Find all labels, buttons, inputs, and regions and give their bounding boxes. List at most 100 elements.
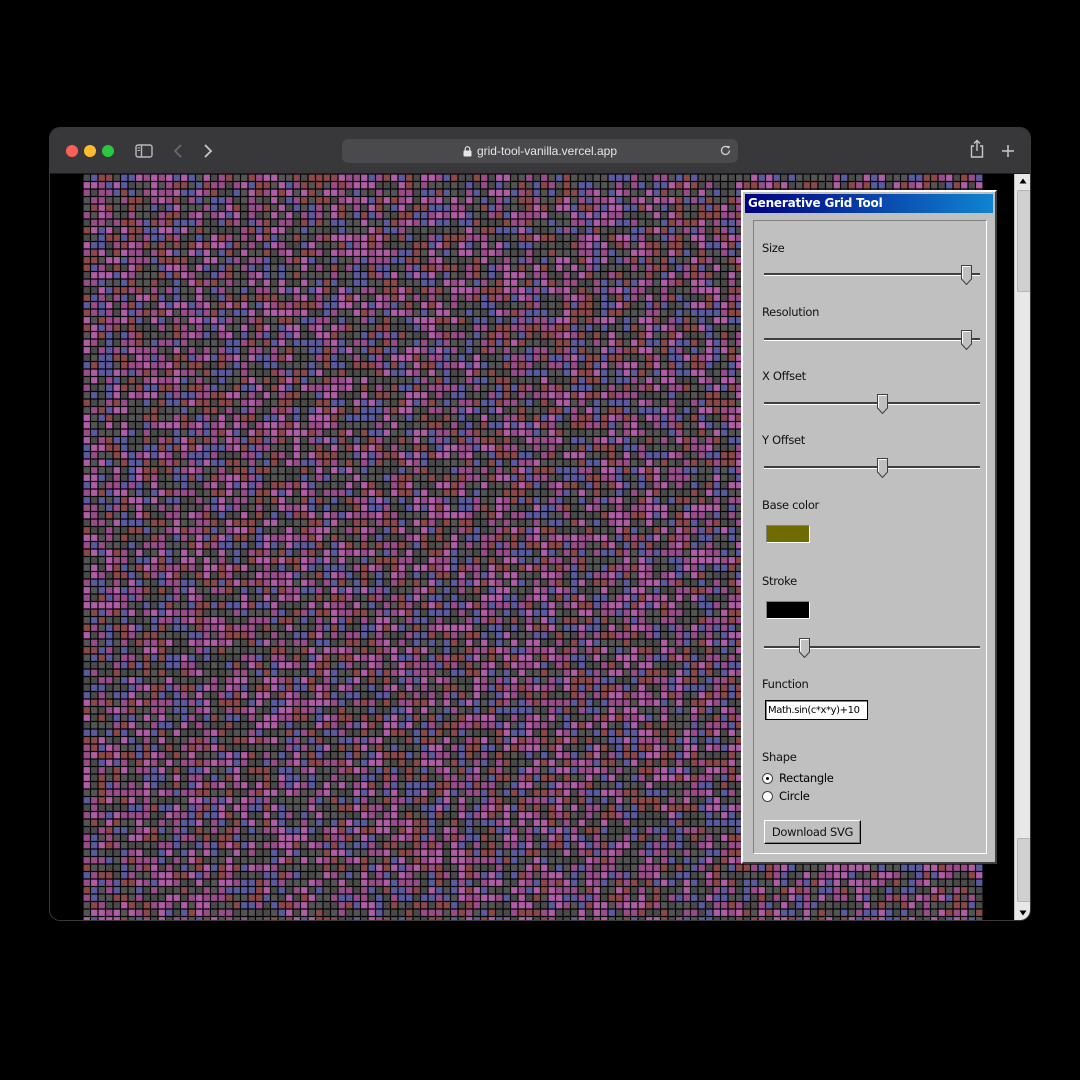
grid-cell bbox=[661, 219, 668, 226]
grid-cell bbox=[931, 174, 938, 181]
grid-cell bbox=[788, 174, 795, 181]
zoom-window-button[interactable] bbox=[102, 145, 114, 157]
grid-cell bbox=[436, 249, 443, 256]
grid-cell bbox=[151, 482, 158, 489]
sidebar-icon[interactable] bbox=[134, 140, 154, 162]
grid-cell bbox=[653, 174, 660, 181]
grid-cell bbox=[338, 467, 345, 474]
grid-cell bbox=[458, 429, 465, 436]
grid-cell bbox=[548, 227, 555, 234]
grid-cell bbox=[113, 227, 120, 234]
grid-cell bbox=[383, 182, 390, 189]
grid-cell bbox=[368, 204, 375, 211]
grid-cell bbox=[353, 362, 360, 369]
grid-cell bbox=[226, 422, 233, 429]
grid-cell bbox=[278, 174, 285, 181]
grid-cell bbox=[428, 384, 435, 391]
address-bar[interactable]: grid-tool-vanilla.vercel.app bbox=[342, 139, 738, 163]
chevron-right-icon[interactable] bbox=[198, 140, 218, 162]
grid-cell bbox=[338, 279, 345, 286]
grid-cell bbox=[518, 459, 525, 466]
grid-cell bbox=[121, 354, 128, 361]
grid-cell bbox=[653, 474, 660, 481]
grid-cell bbox=[113, 294, 120, 301]
grid-cell bbox=[571, 174, 578, 181]
grid-cell bbox=[211, 437, 218, 444]
grid-cell bbox=[421, 272, 428, 279]
reload-icon[interactable] bbox=[719, 144, 732, 157]
grid-cell bbox=[98, 347, 105, 354]
grid-cell bbox=[518, 392, 525, 399]
grid-cell bbox=[226, 459, 233, 466]
grid-cell bbox=[481, 227, 488, 234]
grid-cell bbox=[413, 219, 420, 226]
grid-cell bbox=[638, 234, 645, 241]
share-icon[interactable] bbox=[966, 138, 988, 160]
grid-cell bbox=[586, 354, 593, 361]
grid-cell bbox=[661, 377, 668, 384]
grid-cell bbox=[203, 339, 210, 346]
grid-cell bbox=[121, 197, 128, 204]
grid-cell bbox=[113, 197, 120, 204]
grid-cell bbox=[623, 459, 630, 466]
grid-cell bbox=[503, 189, 510, 196]
grid-cell bbox=[376, 324, 383, 331]
grid-cell bbox=[481, 422, 488, 429]
grid-cell bbox=[323, 369, 330, 376]
grid-cell bbox=[308, 272, 315, 279]
grid-cell bbox=[196, 227, 203, 234]
grid-cell bbox=[301, 407, 308, 414]
grid-cell bbox=[151, 384, 158, 391]
grid-cell bbox=[166, 242, 173, 249]
grid-cell bbox=[728, 272, 735, 279]
grid-cell bbox=[661, 399, 668, 406]
grid-cell bbox=[121, 362, 128, 369]
grid-cell bbox=[308, 332, 315, 339]
grid-cell bbox=[376, 332, 383, 339]
grid-cell bbox=[713, 287, 720, 294]
grid-cell bbox=[128, 429, 135, 436]
grid-cell bbox=[106, 354, 113, 361]
grid-cell bbox=[316, 414, 323, 421]
grid-cell bbox=[571, 459, 578, 466]
grid-cell bbox=[451, 444, 458, 451]
grid-cell bbox=[601, 467, 608, 474]
chevron-left-icon[interactable] bbox=[168, 140, 188, 162]
grid-cell bbox=[458, 309, 465, 316]
grid-cell bbox=[211, 459, 218, 466]
grid-cell bbox=[916, 174, 923, 181]
grid-cell bbox=[683, 347, 690, 354]
grid-cell bbox=[391, 234, 398, 241]
grid-cell bbox=[361, 384, 368, 391]
grid-cell bbox=[286, 227, 293, 234]
grid-cell bbox=[421, 399, 428, 406]
grid-cell bbox=[346, 272, 353, 279]
close-window-button[interactable] bbox=[66, 145, 78, 157]
grid-cell bbox=[136, 264, 143, 271]
grid-cell bbox=[91, 332, 98, 339]
grid-cell bbox=[661, 212, 668, 219]
grid-cell bbox=[391, 317, 398, 324]
grid-cell bbox=[623, 174, 630, 181]
grid-cell bbox=[353, 377, 360, 384]
grid-cell bbox=[616, 219, 623, 226]
grid-cell bbox=[398, 444, 405, 451]
minimize-window-button[interactable] bbox=[84, 145, 96, 157]
grid-cell bbox=[203, 362, 210, 369]
grid-cell bbox=[346, 182, 353, 189]
grid-cell bbox=[218, 429, 225, 436]
grid-cell bbox=[496, 294, 503, 301]
grid-cell bbox=[188, 392, 195, 399]
grid-cell bbox=[136, 189, 143, 196]
grid-cell bbox=[263, 324, 270, 331]
grid-cell bbox=[241, 182, 248, 189]
grid-cell bbox=[556, 332, 563, 339]
grid-cell bbox=[346, 354, 353, 361]
grid-cell bbox=[706, 452, 713, 459]
grid-cell bbox=[158, 234, 165, 241]
grid-cell bbox=[368, 429, 375, 436]
grid-cell bbox=[173, 459, 180, 466]
plus-icon[interactable] bbox=[998, 140, 1018, 162]
grid-cell bbox=[473, 422, 480, 429]
grid-cell bbox=[271, 294, 278, 301]
